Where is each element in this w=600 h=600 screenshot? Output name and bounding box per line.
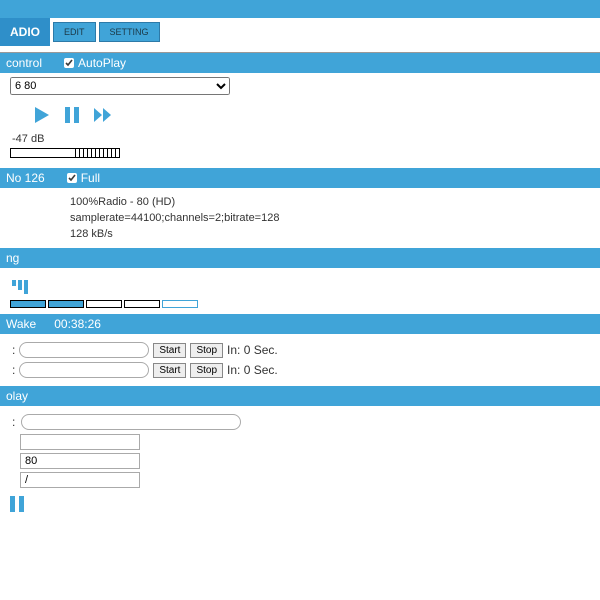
top-decoration-bar [0,0,600,18]
play-field-a[interactable] [20,434,140,450]
autoplay-checkbox-wrap[interactable]: AutoPlay [64,56,126,70]
ng-content [0,268,600,314]
section-header-stream: No 126 Full [0,168,600,188]
section-header-play: olay [0,386,600,406]
stream-bitrate: 128 kB/s [70,228,600,240]
timer-stop-1[interactable]: Stop [190,343,223,358]
stream-no: No 126 [6,171,45,185]
tab-edit[interactable]: EDIT [53,22,96,42]
stream-format: samplerate=44100;channels=2;bitrate=128 [70,212,600,224]
section-header-ng: ng [0,248,600,268]
autoplay-label: AutoPlay [78,56,126,70]
full-label: Full [81,171,100,185]
play-input-row: : [12,414,600,430]
timer-input-2[interactable] [19,362,149,378]
timer-start-1[interactable]: Start [153,343,186,358]
bottom-pause-icon[interactable] [10,496,600,512]
play-field-c[interactable] [20,472,140,488]
timer-stop-2[interactable]: Stop [190,363,223,378]
timer-input-1[interactable] [19,342,149,358]
signal-icon [12,278,600,294]
section-header-wake: Wake 00:38:26 [0,314,600,334]
stream-name: 100%Radio - 80 (HD) [70,196,600,208]
section-title-ng: ng [6,251,19,265]
pause-icon[interactable] [62,105,82,125]
wake-content: : Start Stop In: 0 Sec. : Start Stop In:… [0,334,600,386]
autoplay-checkbox[interactable] [64,58,74,68]
timer-label-2: : [12,363,15,377]
volume-meter[interactable] [10,148,120,158]
section-title-wake: Wake [6,317,36,331]
play-path-input[interactable] [21,414,241,430]
timer-row-2: : Start Stop In: 0 Sec. [12,362,600,378]
play-stack [10,434,600,488]
tab-bar: ADIO EDIT SETTING [0,18,600,46]
tab-setting[interactable]: SETTING [99,22,160,42]
transport-controls [32,105,600,125]
play-label: : [12,415,15,429]
section-title-control: control [6,56,42,70]
section-header-control: control AutoPlay [0,53,600,73]
timer-remaining-1: In: 0 Sec. [227,343,278,357]
section-title-play: olay [6,389,28,403]
tab-radio[interactable]: ADIO [0,18,50,46]
level-meter [10,300,600,308]
timer-row-1: : Start Stop In: 0 Sec. [12,342,600,358]
full-checkbox[interactable] [67,173,77,183]
play-field-b[interactable] [20,453,140,469]
play-content: : [0,406,600,516]
volume-db: -47 dB [12,133,600,145]
next-icon[interactable] [92,105,114,125]
wake-clock: 00:38:26 [54,317,101,331]
timer-remaining-2: In: 0 Sec. [227,363,278,377]
timer-label-1: : [12,343,15,357]
full-checkbox-wrap[interactable]: Full [67,171,100,185]
station-select[interactable]: 6 80 [10,77,230,95]
stream-content: 100%Radio - 80 (HD) samplerate=44100;cha… [0,188,600,248]
play-icon[interactable] [32,105,52,125]
timer-start-2[interactable]: Start [153,363,186,378]
control-content: 6 80 -47 dB [0,73,600,168]
